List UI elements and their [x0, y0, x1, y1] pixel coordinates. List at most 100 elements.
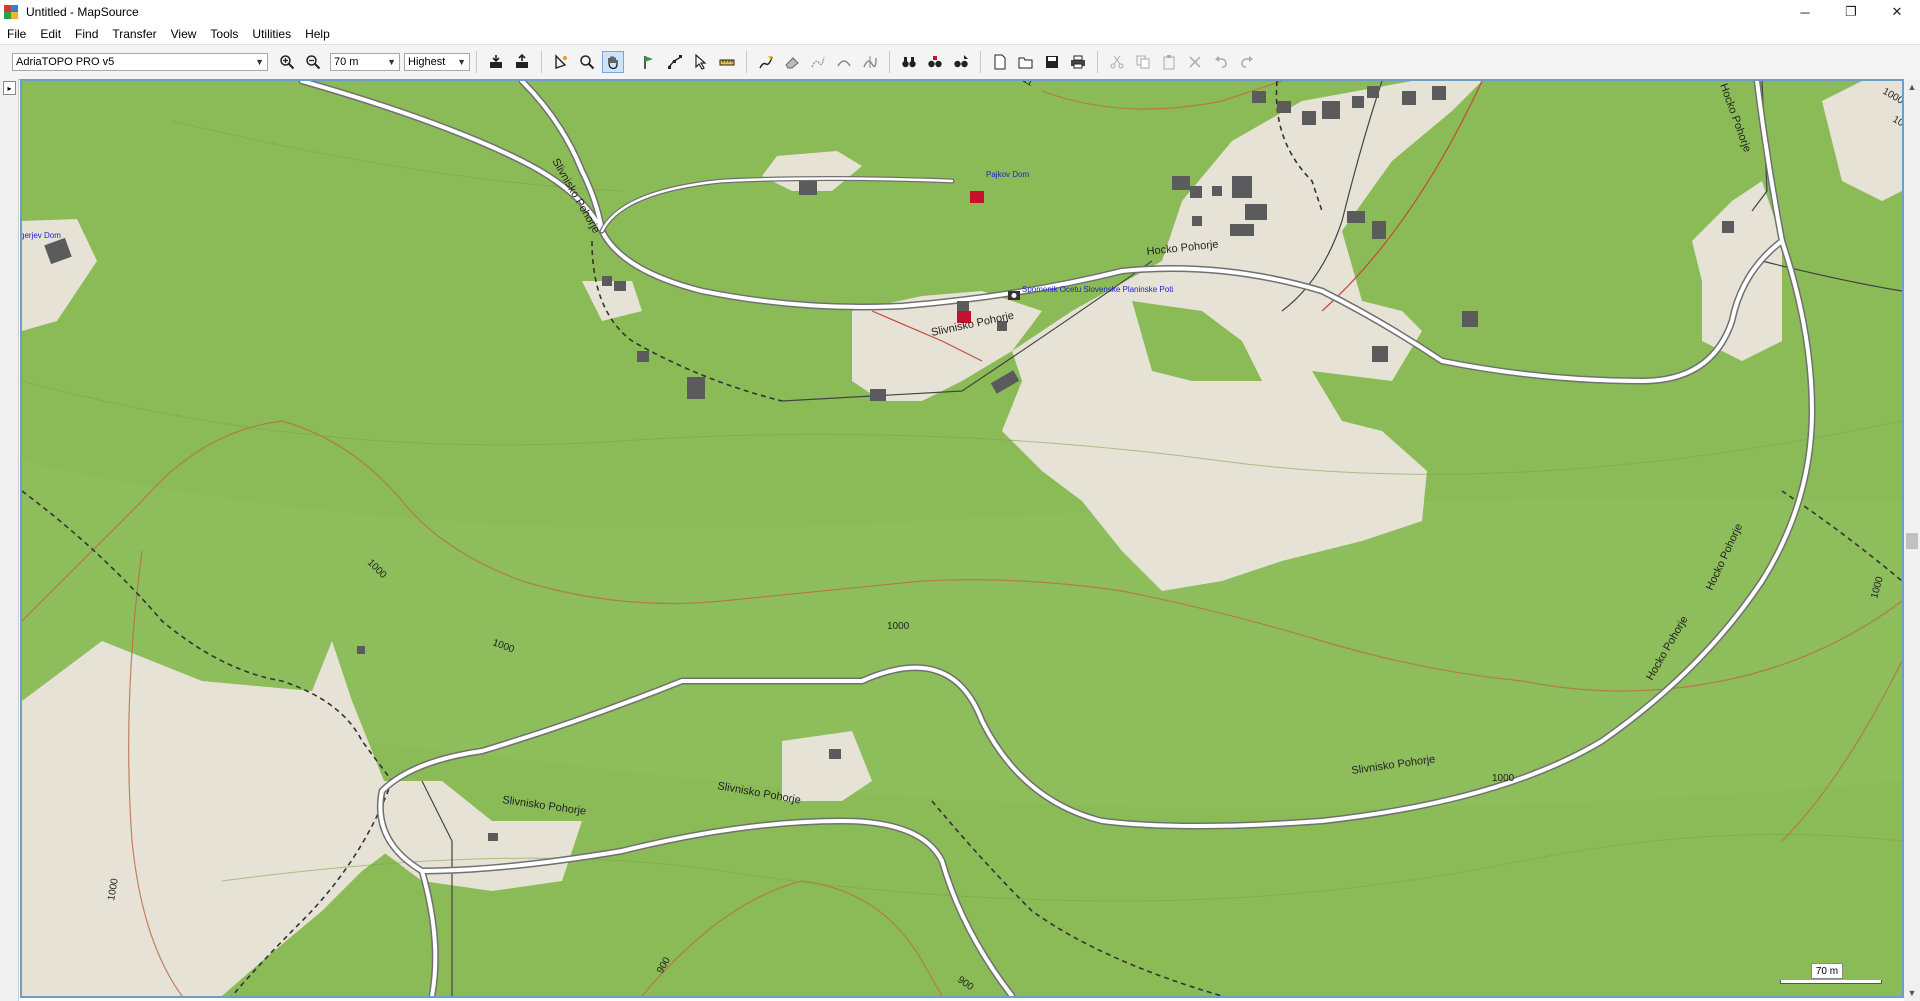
menu-tools[interactable]: Tools — [203, 24, 245, 44]
printer-icon — [1071, 55, 1085, 69]
toolbar-separator — [1097, 51, 1098, 73]
scroll-up-arrow-icon[interactable]: ▲ — [1904, 79, 1920, 95]
toolbar: AdriaTOPO PRO v5 ▼ 70 m ▼ Highest ▼ — [0, 44, 1920, 80]
divide-track-button[interactable] — [859, 51, 881, 73]
copy-icon — [1136, 55, 1150, 69]
poi-label: Pajkov Dom — [986, 170, 1029, 179]
binoculars-icon — [902, 57, 916, 68]
magnifier-icon — [580, 55, 595, 70]
chevron-down-icon: ▼ — [387, 57, 396, 67]
restore-button[interactable]: ❐ — [1828, 0, 1874, 24]
erase-track-icon — [811, 56, 825, 68]
save-icon — [1046, 56, 1058, 68]
detail-level-select[interactable]: Highest ▼ — [404, 53, 470, 71]
copy-button[interactable] — [1132, 51, 1154, 73]
scroll-down-arrow-icon[interactable]: ▼ — [1904, 985, 1920, 1001]
waypoint-tool-button[interactable] — [638, 51, 660, 73]
eraser-icon — [785, 57, 799, 69]
menu-find[interactable]: Find — [68, 24, 105, 44]
new-file-button[interactable] — [989, 51, 1011, 73]
map-select-icon — [555, 54, 567, 69]
folder-open-icon — [1018, 57, 1033, 69]
poi-red-marker-icon[interactable] — [970, 191, 984, 203]
map-scale-bar: 70 m — [1776, 960, 1886, 986]
zoom-out-button[interactable] — [302, 51, 324, 73]
zoom-out-icon — [306, 55, 321, 70]
menu-edit[interactable]: Edit — [33, 24, 68, 44]
toolbar-separator — [746, 51, 747, 73]
zoom-scale-select[interactable]: 70 m ▼ — [330, 53, 400, 71]
zoom-tool-button[interactable] — [576, 51, 598, 73]
hand-tool-button[interactable] — [602, 51, 624, 73]
open-file-button[interactable] — [1015, 51, 1037, 73]
track-pen-icon — [759, 56, 773, 69]
join-tracks-icon — [837, 60, 851, 67]
scale-label: 70 m — [1811, 963, 1843, 979]
chevron-down-icon: ▼ — [457, 57, 466, 67]
undo-icon — [1215, 56, 1227, 68]
route-tool-button[interactable] — [664, 51, 686, 73]
mapsource-app-icon — [4, 5, 18, 19]
undo-button[interactable] — [1210, 51, 1232, 73]
send-to-device-button[interactable] — [511, 51, 533, 73]
map-product-select[interactable]: AdriaTOPO PRO v5 ▼ — [12, 53, 268, 71]
minimize-button[interactable]: ─ — [1782, 0, 1828, 24]
eraser-button[interactable] — [781, 51, 803, 73]
close-button[interactable]: ✕ — [1874, 0, 1920, 24]
contour-label: 1000 — [1492, 773, 1515, 784]
erase-track-button[interactable] — [807, 51, 829, 73]
map-tool-button[interactable] — [550, 51, 572, 73]
find-button[interactable] — [898, 51, 920, 73]
selection-tool-button[interactable] — [690, 51, 712, 73]
menu-utilities[interactable]: Utilities — [245, 24, 298, 44]
poi-label: gerjev Dom — [22, 231, 61, 240]
menu-transfer[interactable]: Transfer — [105, 24, 163, 44]
vertical-scrollbar[interactable]: ▲ ▼ — [1904, 79, 1920, 1001]
divide-track-icon — [863, 56, 877, 68]
menu-view[interactable]: View — [164, 24, 204, 44]
zoom-in-button[interactable] — [276, 51, 298, 73]
print-button[interactable] — [1067, 51, 1089, 73]
menu-bar: File Edit Find Transfer View Tools Utili… — [0, 24, 1920, 44]
receive-from-device-icon — [490, 55, 502, 68]
distance-tool-button[interactable] — [716, 51, 738, 73]
zoom-scale-value: 70 m — [334, 56, 359, 68]
receive-from-device-button[interactable] — [485, 51, 507, 73]
left-panel-strip: ▸ — [0, 79, 19, 1001]
title-bar: Untitled - MapSource ─ ❐ ✕ — [0, 0, 1920, 24]
scale-line — [1780, 980, 1882, 984]
toolbar-separator — [476, 51, 477, 73]
new-file-icon — [994, 54, 1006, 70]
chevron-down-icon: ▼ — [255, 57, 264, 67]
detail-level-value: Highest — [408, 56, 446, 68]
save-button[interactable] — [1041, 51, 1063, 73]
menu-help[interactable]: Help — [298, 24, 337, 44]
delete-button[interactable] — [1184, 51, 1206, 73]
map-product-value: AdriaTOPO PRO v5 — [16, 56, 115, 68]
window-title: Untitled - MapSource — [26, 5, 139, 19]
find-nearest-button[interactable] — [950, 51, 972, 73]
ruler-icon — [719, 59, 735, 66]
expand-panel-button[interactable]: ▸ — [3, 81, 16, 95]
poi-label: Spomenik Ocetu Slovenske Planinske Poti — [1022, 285, 1173, 294]
toolbar-separator — [980, 51, 981, 73]
zoom-in-icon — [280, 55, 295, 70]
map-view[interactable]: Slivnisko Pohorje Slivnisko Pohorje Sliv… — [20, 79, 1904, 998]
find-places-button[interactable] — [924, 51, 946, 73]
cut-button[interactable] — [1106, 51, 1128, 73]
redo-button[interactable] — [1236, 51, 1258, 73]
join-tracks-button[interactable] — [833, 51, 855, 73]
track-draw-button[interactable] — [755, 51, 777, 73]
scrollbar-thumb[interactable] — [1906, 533, 1918, 549]
find-nearest-icon — [954, 55, 968, 68]
delete-x-icon — [1189, 56, 1201, 68]
find-places-icon — [928, 56, 942, 68]
menu-file[interactable]: File — [0, 24, 33, 44]
paste-button[interactable] — [1158, 51, 1180, 73]
send-to-device-icon — [516, 54, 528, 68]
flag-icon — [644, 56, 653, 69]
arrow-pointer-icon — [695, 54, 707, 70]
map-canvas[interactable]: Slivnisko Pohorje Slivnisko Pohorje Sliv… — [22, 81, 1902, 996]
toolbar-separator — [541, 51, 542, 73]
paste-icon — [1163, 55, 1175, 70]
